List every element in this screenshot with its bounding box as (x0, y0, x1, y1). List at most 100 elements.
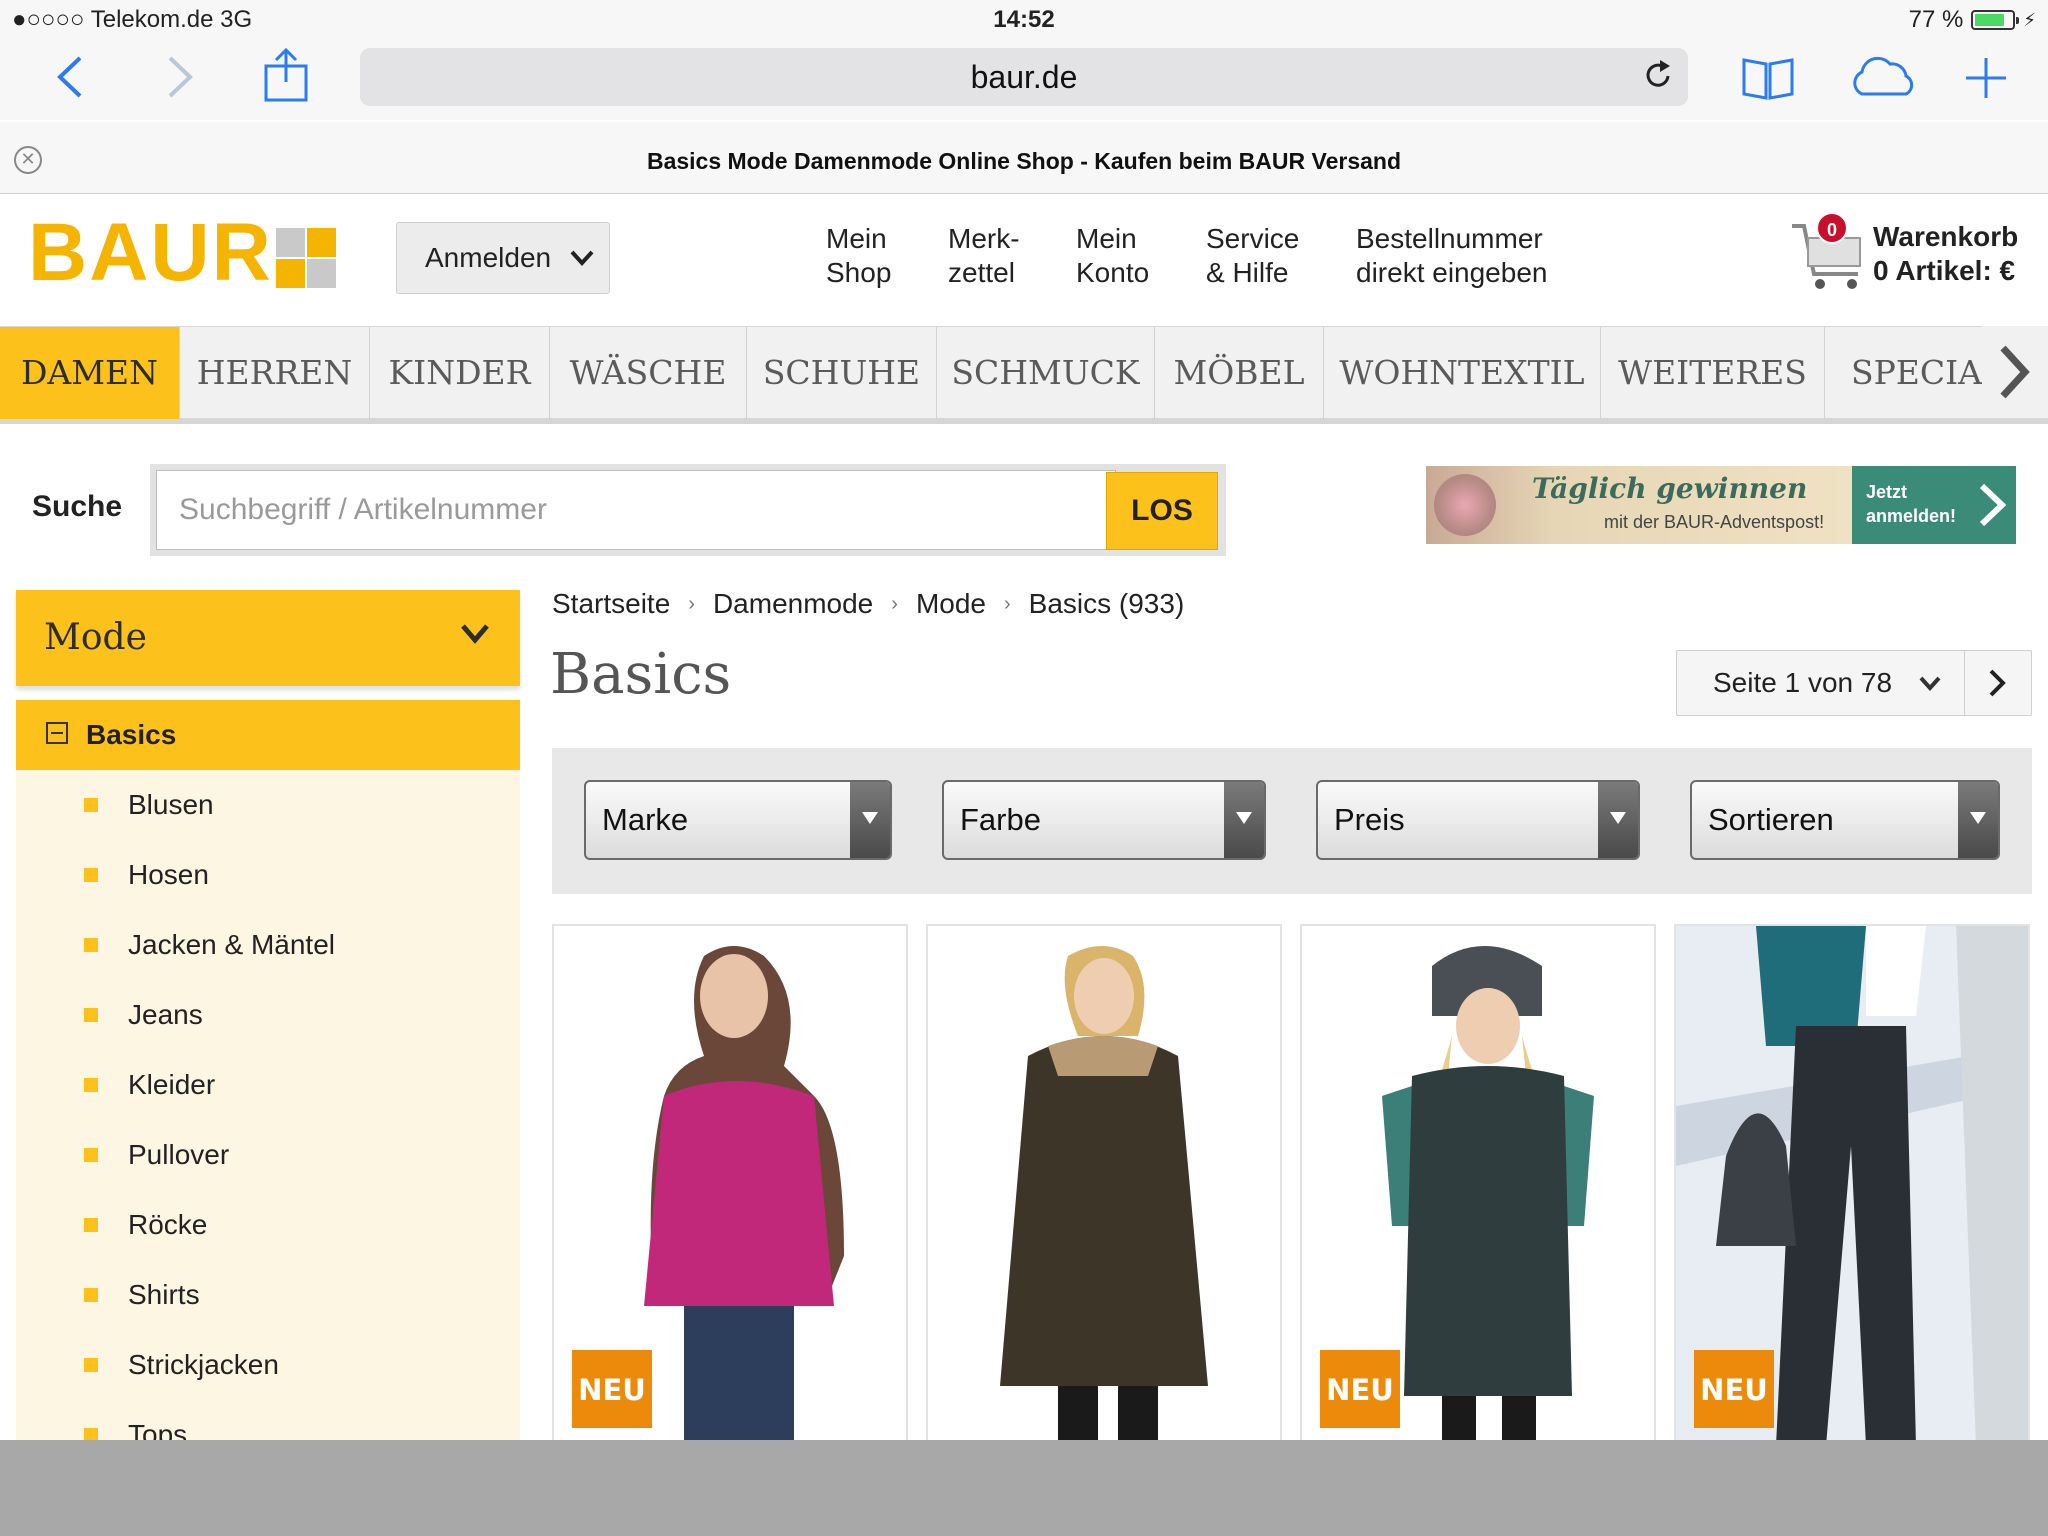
new-tab-icon[interactable] (1962, 54, 2010, 102)
search-submit-button[interactable]: LOS (1106, 472, 1218, 550)
cart-summary[interactable]: Warenkorb 0 Artikel: € (1873, 220, 2018, 288)
tab-title: Basics Mode Damenmode Online Shop - Kauf… (646, 148, 1402, 174)
pagination: Seite 1 von 78 (1676, 650, 2032, 716)
charging-icon: ⚡ (2023, 9, 2036, 30)
category-herren[interactable]: HERREN (180, 327, 370, 419)
breadcrumb: Startseite › Damenmode › Mode › Basics (… (552, 588, 1184, 620)
baur-logo[interactable]: BAUR (28, 212, 273, 294)
back-icon[interactable] (50, 52, 90, 102)
filter-sortieren[interactable]: Sortieren (1690, 780, 2000, 860)
sidebar-item-jeans[interactable]: Jeans (16, 980, 520, 1050)
chevron-down-icon[interactable] (460, 618, 490, 648)
collapse-icon[interactable] (46, 722, 68, 744)
filter-farbe[interactable]: Farbe (942, 780, 1266, 860)
chevron-down-icon (1919, 676, 1941, 691)
keyboard-placeholder-area (0, 1440, 2048, 1536)
address-bar[interactable]: baur.de (360, 48, 1688, 106)
bullet-icon (84, 798, 98, 812)
clock: 14:52 (993, 6, 1055, 33)
filter-marke[interactable]: Marke (584, 780, 892, 860)
new-badge: NEU (572, 1350, 652, 1428)
sidebar-item-roecke[interactable]: Röcke (16, 1190, 520, 1260)
product-image (1000, 946, 1208, 1442)
page-title: Basics (550, 642, 732, 707)
breadcrumb-separator-icon: › (891, 592, 898, 615)
dropdown-arrow-icon (850, 782, 890, 858)
banner-headline: Täglich gewinnen (1532, 472, 1808, 505)
category-wohntextil[interactable]: WOHNTEXTIL (1324, 327, 1601, 419)
category-schmuck[interactable]: SCHMUCK (937, 327, 1155, 419)
category-kinder[interactable]: KINDER (370, 327, 550, 419)
page-select[interactable]: Seite 1 von 78 (1677, 651, 1965, 715)
chevron-right-icon (1989, 669, 2006, 697)
product-card[interactable]: NEU (1300, 924, 1656, 1444)
sidebar-item-blusen[interactable]: Blusen (16, 770, 520, 840)
page-select-label: Seite 1 von 78 (1713, 667, 1893, 698)
category-waesche[interactable]: WÄSCHE (550, 327, 747, 419)
sidebar-item-jacken-maentel[interactable]: Jacken & Mäntel (16, 910, 520, 980)
banner-image: Täglich gewinnen mit der BAUR-Adventspos… (1426, 466, 1852, 544)
battery-indicator: 77 % ⚡ (1909, 6, 2036, 34)
bullet-icon (84, 1288, 98, 1302)
nav-mein-shop[interactable]: Mein Shop (826, 222, 891, 290)
login-dropdown[interactable]: Anmelden (396, 222, 610, 294)
category-weiteres[interactable]: WEITERES (1601, 327, 1825, 419)
sidebar-item-hosen[interactable]: Hosen (16, 840, 520, 910)
ornament-image (1434, 474, 1496, 536)
dropdown-arrow-icon (1958, 782, 1998, 858)
tab-bar[interactable]: Basics Mode Damenmode Online Shop - Kauf… (0, 122, 2048, 194)
url-text: baur.de (970, 59, 1078, 95)
bullet-icon (84, 1078, 98, 1092)
bullet-icon (84, 1148, 98, 1162)
sidebar-item-basics[interactable]: Basics (16, 700, 520, 770)
product-card[interactable]: NEU (1674, 924, 2030, 1444)
banner-cta[interactable]: Jetzt anmelden! (1852, 466, 2016, 544)
breadcrumb-separator-icon: › (688, 592, 695, 615)
advent-promo-banner[interactable]: Täglich gewinnen mit der BAUR-Adventspos… (1426, 466, 2016, 544)
sidebar-item-kleider[interactable]: Kleider (16, 1050, 520, 1120)
new-badge: NEU (1694, 1350, 1774, 1428)
bullet-icon (84, 1008, 98, 1022)
nav-merkzettel[interactable]: Merk-zettel (948, 222, 1020, 290)
close-tab-icon[interactable]: ✕ (14, 146, 42, 174)
product-card[interactable] (926, 924, 1282, 1444)
icloud-tabs-icon[interactable] (1846, 54, 1920, 100)
category-damen[interactable]: DAMEN (0, 327, 180, 419)
search-box (150, 464, 1226, 556)
search-input[interactable] (156, 470, 1116, 550)
forward-icon[interactable] (160, 52, 200, 102)
nav-service-hilfe[interactable]: Service & Hilfe (1206, 222, 1299, 290)
bullet-icon (84, 938, 98, 952)
chevron-right-icon (1979, 483, 2007, 527)
category-moebel[interactable]: MÖBEL (1155, 327, 1324, 419)
dropdown-arrow-icon (1598, 782, 1638, 858)
sidebar-item-pullover[interactable]: Pullover (16, 1120, 520, 1190)
next-page-button[interactable] (1965, 651, 2031, 715)
bullet-icon (84, 868, 98, 882)
category-nav: DAMEN HERREN KINDER WÄSCHE SCHUHE SCHMUC… (0, 326, 2048, 424)
share-icon[interactable] (262, 46, 310, 104)
login-label: Anmelden (425, 242, 552, 273)
breadcrumb-damenmode[interactable]: Damenmode (713, 588, 873, 620)
filter-preis[interactable]: Preis (1316, 780, 1640, 860)
breadcrumb-startseite[interactable]: Startseite (552, 588, 670, 620)
nav-bestellnummer[interactable]: Bestellnummer direkt eingeben (1356, 222, 1547, 290)
nav-mein-konto[interactable]: Mein Konto (1076, 222, 1149, 290)
category-next-icon[interactable] (1982, 326, 2048, 418)
sidebar-heading[interactable]: Mode (16, 590, 520, 686)
bookmarks-icon[interactable] (1740, 54, 1796, 102)
sidebar-item-strickjacken[interactable]: Strickjacken (16, 1330, 520, 1400)
banner-subline: mit der BAUR-Adventspost! (1604, 512, 1825, 532)
battery-icon (1971, 10, 2020, 30)
sidebar-item-shirts[interactable]: Shirts (16, 1260, 520, 1330)
product-card[interactable]: NEU (552, 924, 908, 1444)
battery-percent: 77 % (1908, 6, 1964, 33)
breadcrumb-separator-icon: › (1003, 592, 1011, 615)
breadcrumb-mode[interactable]: Mode (916, 588, 986, 620)
breadcrumb-current: Basics (933) (1028, 588, 1185, 619)
sidebar-list: Blusen Hosen Jacken & Mäntel Jeans Kleid… (16, 770, 520, 1450)
search-label: Suche (32, 490, 123, 523)
reload-icon[interactable] (1640, 58, 1676, 94)
bullet-icon (84, 1358, 98, 1372)
category-schuhe[interactable]: SCHUHE (747, 327, 937, 419)
